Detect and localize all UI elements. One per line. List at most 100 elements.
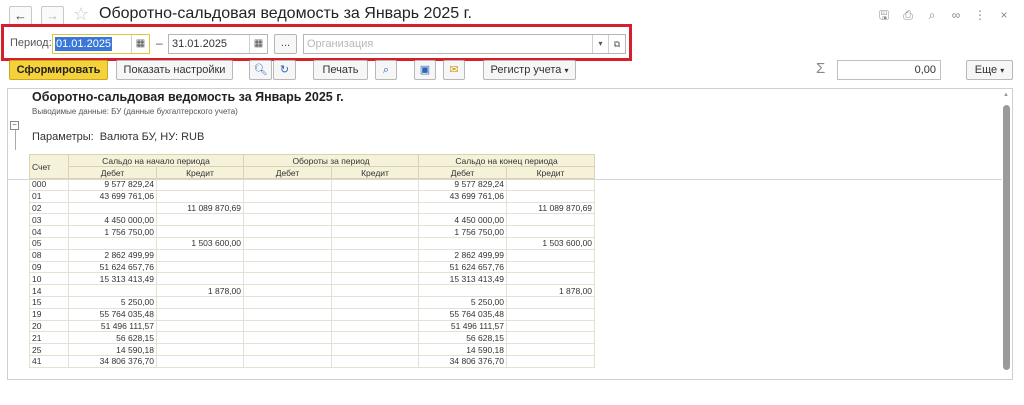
amount-cell[interactable]: 9 577 829,24 [418, 178, 508, 191]
amount-cell[interactable] [506, 225, 596, 238]
amount-cell[interactable] [506, 260, 596, 274]
amount-cell[interactable] [418, 284, 508, 297]
amount-cell[interactable]: 4 450 000,00 [68, 213, 157, 227]
amount-cell[interactable] [156, 260, 244, 274]
amount-cell[interactable] [506, 213, 596, 227]
calendar-icon[interactable]: ▦ [249, 35, 267, 53]
amount-cell[interactable] [243, 225, 332, 238]
scroll-up-icon[interactable]: ▲ [1003, 92, 1009, 98]
account-cell[interactable]: 19 [29, 307, 69, 321]
amount-cell[interactable] [243, 295, 332, 309]
collapse-group-icon[interactable]: − [10, 121, 19, 130]
preview-icon[interactable]: ⌕ [920, 7, 944, 23]
amount-cell[interactable] [156, 178, 244, 191]
amount-cell[interactable] [506, 189, 596, 203]
account-cell[interactable]: 03 [29, 213, 69, 227]
organization-field[interactable]: Организация ▾ ⧉ [303, 34, 626, 54]
table-row[interactable]: 04 1 756 750,00 1 756 750,00 [29, 225, 596, 238]
favorite-star-icon[interactable]: ☆ [73, 4, 89, 24]
table-row[interactable]: 14 1 878,00 1 878,00 [29, 284, 596, 297]
amount-cell[interactable] [506, 354, 596, 368]
scrollbar-thumb[interactable] [1003, 105, 1010, 370]
amount-cell[interactable]: 9 577 829,24 [68, 178, 157, 191]
amount-cell[interactable] [506, 331, 596, 345]
amount-cell[interactable] [156, 307, 244, 321]
account-cell[interactable]: 08 [29, 248, 69, 262]
amount-cell[interactable]: 11 089 870,69 [156, 201, 244, 215]
amount-cell[interactable] [156, 225, 244, 238]
amount-cell[interactable] [506, 343, 596, 356]
amount-cell[interactable]: 43 699 761,06 [68, 189, 157, 203]
amount-cell[interactable]: 1 503 600,00 [156, 236, 244, 250]
amount-cell[interactable] [506, 178, 596, 191]
account-cell[interactable]: 25 [29, 343, 69, 356]
amount-cell[interactable]: 1 878,00 [156, 284, 244, 297]
amount-cell[interactable]: 4 450 000,00 [418, 213, 508, 227]
amount-cell[interactable]: 15 313 413,49 [418, 272, 508, 286]
table-row[interactable]: 19 55 764 035,48 55 764 035,48 [29, 307, 596, 321]
amount-cell[interactable] [68, 201, 157, 215]
amount-cell[interactable] [506, 248, 596, 262]
forward-button[interactable]: → [41, 6, 64, 25]
search-next-icon[interactable]: ↻ [273, 60, 296, 80]
amount-cell[interactable] [243, 319, 332, 333]
accounting-register-button[interactable]: Регистр учета ▾ [483, 60, 576, 80]
amount-cell[interactable]: 56 628,15 [418, 331, 508, 345]
table-row[interactable]: 02 11 089 870,69 11 089 870,69 [29, 201, 596, 215]
amount-cell[interactable]: 34 806 376,70 [68, 354, 157, 368]
table-row[interactable]: 09 51 624 657,76 51 624 657,76 [29, 260, 596, 274]
amount-cell[interactable]: 14 590,18 [418, 343, 508, 356]
account-cell[interactable]: 09 [29, 260, 69, 274]
account-cell[interactable]: 15 [29, 295, 69, 309]
amount-cell[interactable] [330, 319, 420, 333]
more-vertical-icon[interactable]: ⋮ [968, 7, 992, 23]
print-button[interactable]: Печать [313, 60, 368, 80]
amount-cell[interactable]: 5 250,00 [418, 295, 508, 309]
amount-cell[interactable]: 11 089 870,69 [506, 201, 596, 215]
amount-cell[interactable]: 1 503 600,00 [506, 236, 596, 250]
amount-cell[interactable] [243, 236, 332, 250]
account-cell[interactable]: 20 [29, 319, 69, 333]
amount-cell[interactable] [156, 295, 244, 309]
amount-cell[interactable] [330, 307, 420, 321]
amount-cell[interactable] [156, 354, 244, 368]
amount-cell[interactable] [156, 331, 244, 345]
amount-cell[interactable]: 56 628,15 [68, 331, 157, 345]
table-row[interactable]: 03 4 450 000,00 4 450 000,00 [29, 213, 596, 227]
amount-cell[interactable]: 1 756 750,00 [418, 225, 508, 238]
dropdown-arrow-icon[interactable]: ▾ [592, 35, 608, 53]
amount-cell[interactable] [243, 284, 332, 297]
amount-cell[interactable] [506, 272, 596, 286]
amount-cell[interactable] [68, 236, 157, 250]
amount-cell[interactable] [418, 236, 508, 250]
amount-cell[interactable] [330, 189, 420, 203]
amount-cell[interactable] [330, 178, 420, 191]
amount-cell[interactable]: 2 862 499,99 [418, 248, 508, 262]
amount-cell[interactable] [330, 225, 420, 238]
account-cell[interactable]: 21 [29, 331, 69, 345]
print-icon[interactable]: ⎙ [896, 7, 920, 23]
vertical-scrollbar[interactable]: ▲ [1002, 92, 1011, 378]
save-icon[interactable]: ▣ [414, 60, 436, 80]
amount-cell[interactable] [243, 343, 332, 356]
table-row[interactable]: 20 51 496 111,57 51 496 111,57 [29, 319, 596, 333]
account-cell[interactable]: 41 [29, 354, 69, 368]
amount-cell[interactable] [243, 189, 332, 203]
amount-cell[interactable]: 51 624 657,76 [68, 260, 157, 274]
amount-cell[interactable] [506, 295, 596, 309]
amount-cell[interactable] [418, 201, 508, 215]
table-row[interactable]: 000 9 577 829,24 9 577 829,24 [29, 178, 596, 191]
close-icon[interactable]: × [992, 7, 1016, 23]
table-row[interactable]: 15 5 250,00 5 250,00 [29, 295, 596, 309]
amount-cell[interactable]: 51 624 657,76 [418, 260, 508, 274]
amount-cell[interactable] [243, 213, 332, 227]
amount-cell[interactable] [156, 343, 244, 356]
account-cell[interactable]: 01 [29, 189, 69, 203]
amount-cell[interactable]: 55 764 035,48 [418, 307, 508, 321]
amount-cell[interactable] [243, 260, 332, 274]
amount-cell[interactable] [506, 307, 596, 321]
amount-cell[interactable] [330, 295, 420, 309]
amount-cell[interactable] [330, 248, 420, 262]
sum-field[interactable]: 0,00 [837, 60, 941, 80]
amount-cell[interactable] [506, 319, 596, 333]
